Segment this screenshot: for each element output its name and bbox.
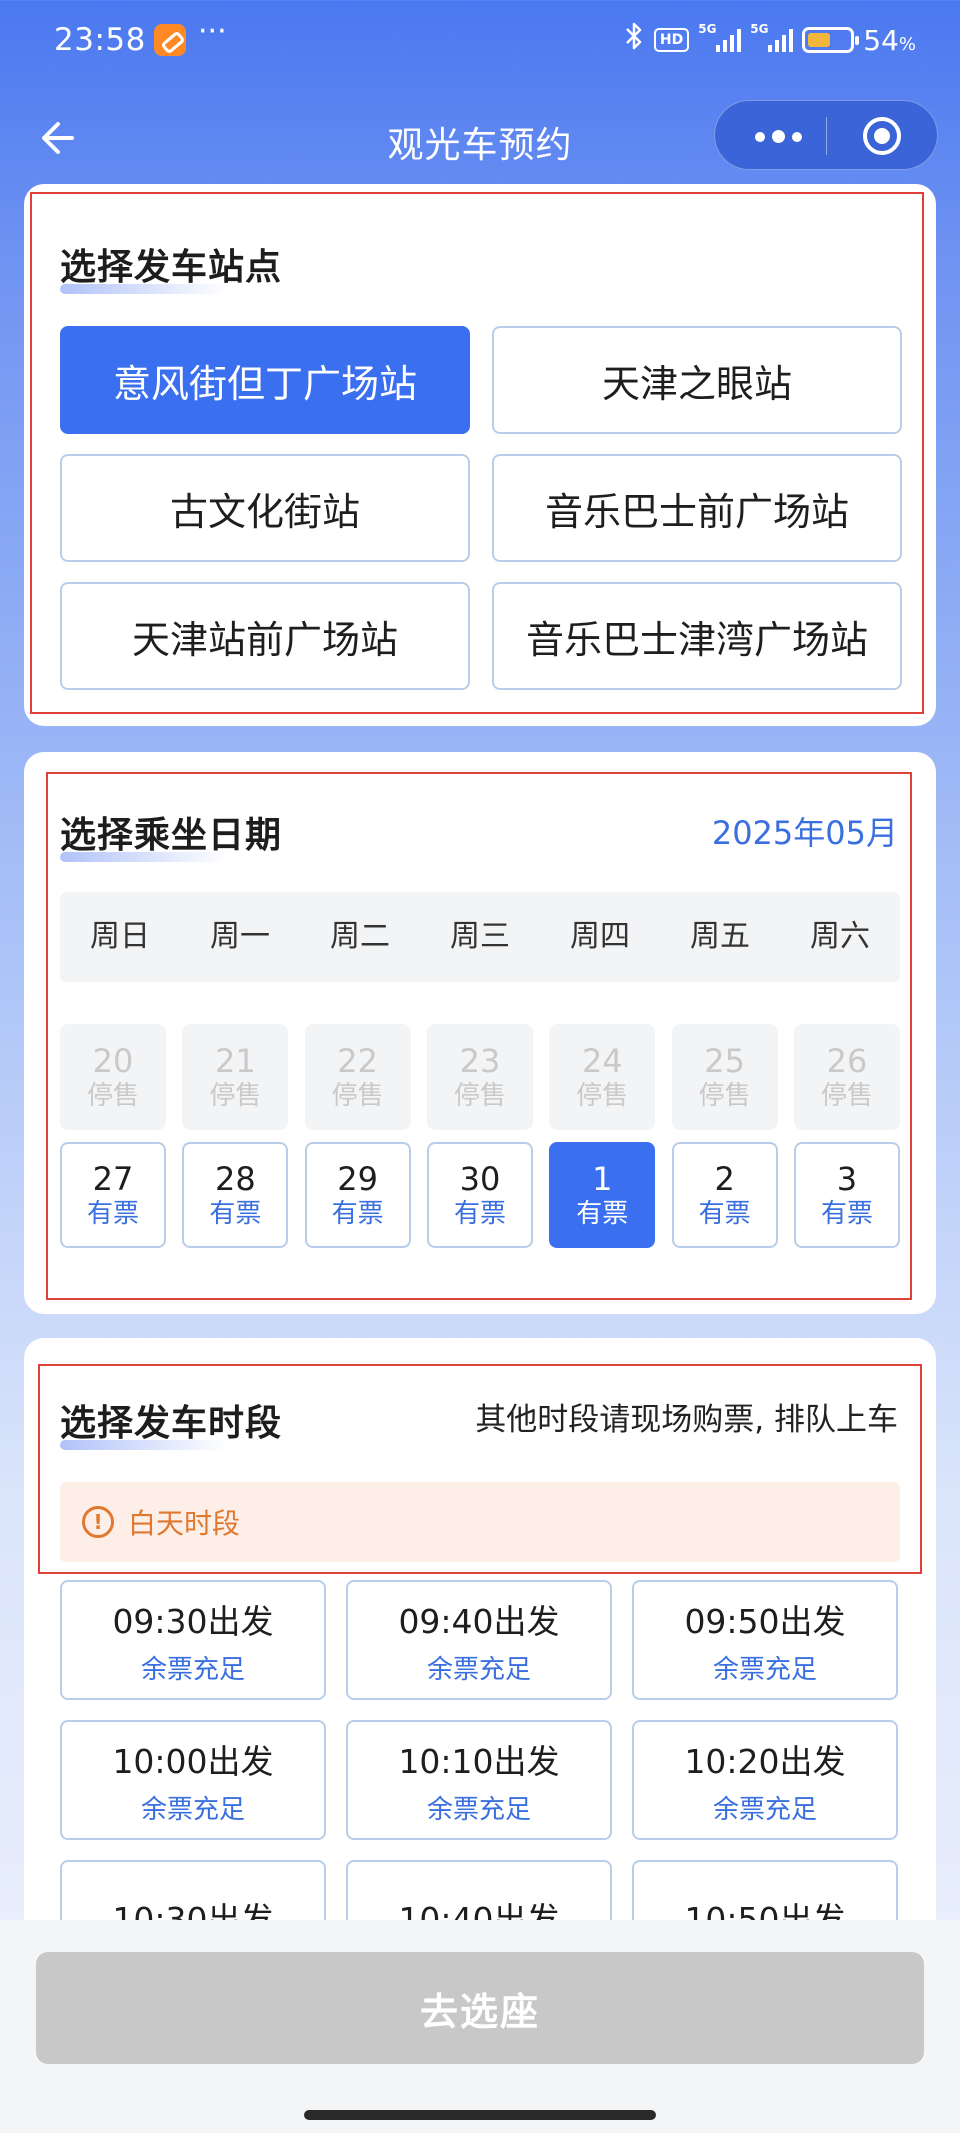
calendar-day[interactable]: 3 有票 bbox=[793, 1142, 900, 1248]
station-button[interactable]: 意风街但丁广场站 bbox=[60, 326, 470, 434]
exclamation-circle-icon: ! bbox=[82, 1506, 114, 1538]
period-bar: ! 白天时段 bbox=[60, 1482, 900, 1562]
calendar-day[interactable]: 2 有票 bbox=[671, 1142, 778, 1248]
target-circle-icon[interactable] bbox=[863, 117, 901, 155]
calendar-day: 22 停售 bbox=[304, 1024, 411, 1130]
calendar-day: 21 停售 bbox=[182, 1024, 289, 1130]
time-slot[interactable]: 10:20出发 余票充足 bbox=[632, 1720, 898, 1840]
station-button[interactable]: 音乐巴士津湾广场站 bbox=[492, 582, 902, 690]
calendar-day[interactable]: 30 有票 bbox=[426, 1142, 533, 1248]
select-seat-button[interactable]: 去选座 bbox=[36, 1952, 924, 2064]
station-grid: 意风街但丁广场站 天津之眼站 古文化街站 音乐巴士前广场站 天津站前广场站 音乐… bbox=[60, 326, 902, 690]
more-dots-icon[interactable] bbox=[755, 130, 802, 143]
home-indicator[interactable] bbox=[304, 2110, 656, 2120]
time-note: 其他时段请现场购票, 排队上车 bbox=[475, 1402, 898, 1438]
weekday-label: 周六 bbox=[810, 919, 870, 954]
weekday-label: 周日 bbox=[90, 919, 150, 954]
weekday-header: 周日 周一 周二 周三 周四 周五 周六 bbox=[60, 892, 900, 982]
station-card: 选择发车站点 意风街但丁广场站 天津之眼站 古文化街站 音乐巴士前广场站 天津站… bbox=[24, 184, 936, 726]
calendar-day: 26 停售 bbox=[793, 1024, 900, 1130]
calendar-day[interactable]: 29 有票 bbox=[304, 1142, 411, 1248]
station-button[interactable]: 天津站前广场站 bbox=[60, 582, 470, 690]
weekday-label: 周四 bbox=[570, 919, 630, 954]
hd-voice-badge: HD bbox=[653, 28, 690, 52]
battery-percent: 54% bbox=[863, 23, 916, 57]
status-more-dots: ··· bbox=[198, 14, 227, 49]
station-section-title: 选择发车站点 bbox=[60, 238, 282, 294]
calendar-day: 24 停售 bbox=[549, 1024, 656, 1130]
station-button[interactable]: 音乐巴士前广场站 bbox=[492, 454, 902, 562]
time-slot[interactable]: 09:40出发 余票充足 bbox=[346, 1580, 612, 1700]
calendar-day[interactable]: 28 有票 bbox=[182, 1142, 289, 1248]
app-notification-icon bbox=[154, 24, 186, 56]
weekday-label: 周五 bbox=[690, 919, 750, 954]
period-label: 白天时段 bbox=[128, 1507, 241, 1540]
calendar-day: 20 停售 bbox=[60, 1024, 166, 1130]
calendar-day: 23 停售 bbox=[426, 1024, 533, 1130]
month-label: 2025年05月 bbox=[711, 814, 898, 852]
mini-program-capsule bbox=[714, 100, 938, 170]
calendar-row: 27 有票 28 有票 29 有票 30 有票 1 有票 2 有票 3 有票 bbox=[60, 1142, 900, 1248]
calendar-day[interactable]: 27 有票 bbox=[60, 1142, 166, 1248]
time-slot[interactable]: 09:30出发 余票充足 bbox=[60, 1580, 326, 1700]
nav-bar: 观光车预约 bbox=[0, 96, 960, 180]
time-slot[interactable]: 10:10出发 余票充足 bbox=[346, 1720, 612, 1840]
time-section-title: 选择发车时段 bbox=[60, 1394, 282, 1450]
bottom-bar: 去选座 bbox=[0, 1920, 960, 2133]
calendar-day-selected[interactable]: 1 有票 bbox=[549, 1142, 656, 1248]
time-slot[interactable]: 10:00出发 余票充足 bbox=[60, 1720, 326, 1840]
station-button[interactable]: 古文化街站 bbox=[60, 454, 470, 562]
status-right-group: HD 5G 5G 54% bbox=[623, 20, 916, 60]
date-card: 选择乘坐日期 2025年05月 周日 周一 周二 周三 周四 周五 周六 20 停… bbox=[24, 752, 936, 1314]
capsule-divider bbox=[826, 117, 827, 155]
signal-strength-2-icon: 5G bbox=[750, 22, 794, 52]
weekday-label: 周一 bbox=[210, 919, 270, 954]
signal-strength-1-icon: 5G bbox=[698, 22, 742, 52]
status-time: 23:58 bbox=[54, 22, 146, 58]
battery-fill bbox=[808, 33, 830, 47]
date-section-title: 选择乘坐日期 bbox=[60, 806, 282, 862]
calendar-day: 25 停售 bbox=[671, 1024, 778, 1130]
time-slot[interactable]: 09:50出发 余票充足 bbox=[632, 1580, 898, 1700]
calendar-row: 20 停售 21 停售 22 停售 23 停售 24 停售 25 停售 26 停售 bbox=[60, 1024, 900, 1130]
station-button[interactable]: 天津之眼站 bbox=[492, 326, 902, 434]
weekday-label: 周二 bbox=[330, 919, 390, 954]
status-bar: 23:58 ··· HD 5G 5G 54% bbox=[0, 0, 960, 84]
battery-icon bbox=[802, 27, 860, 53]
bluetooth-icon bbox=[623, 20, 645, 60]
weekday-label: 周三 bbox=[450, 919, 510, 954]
